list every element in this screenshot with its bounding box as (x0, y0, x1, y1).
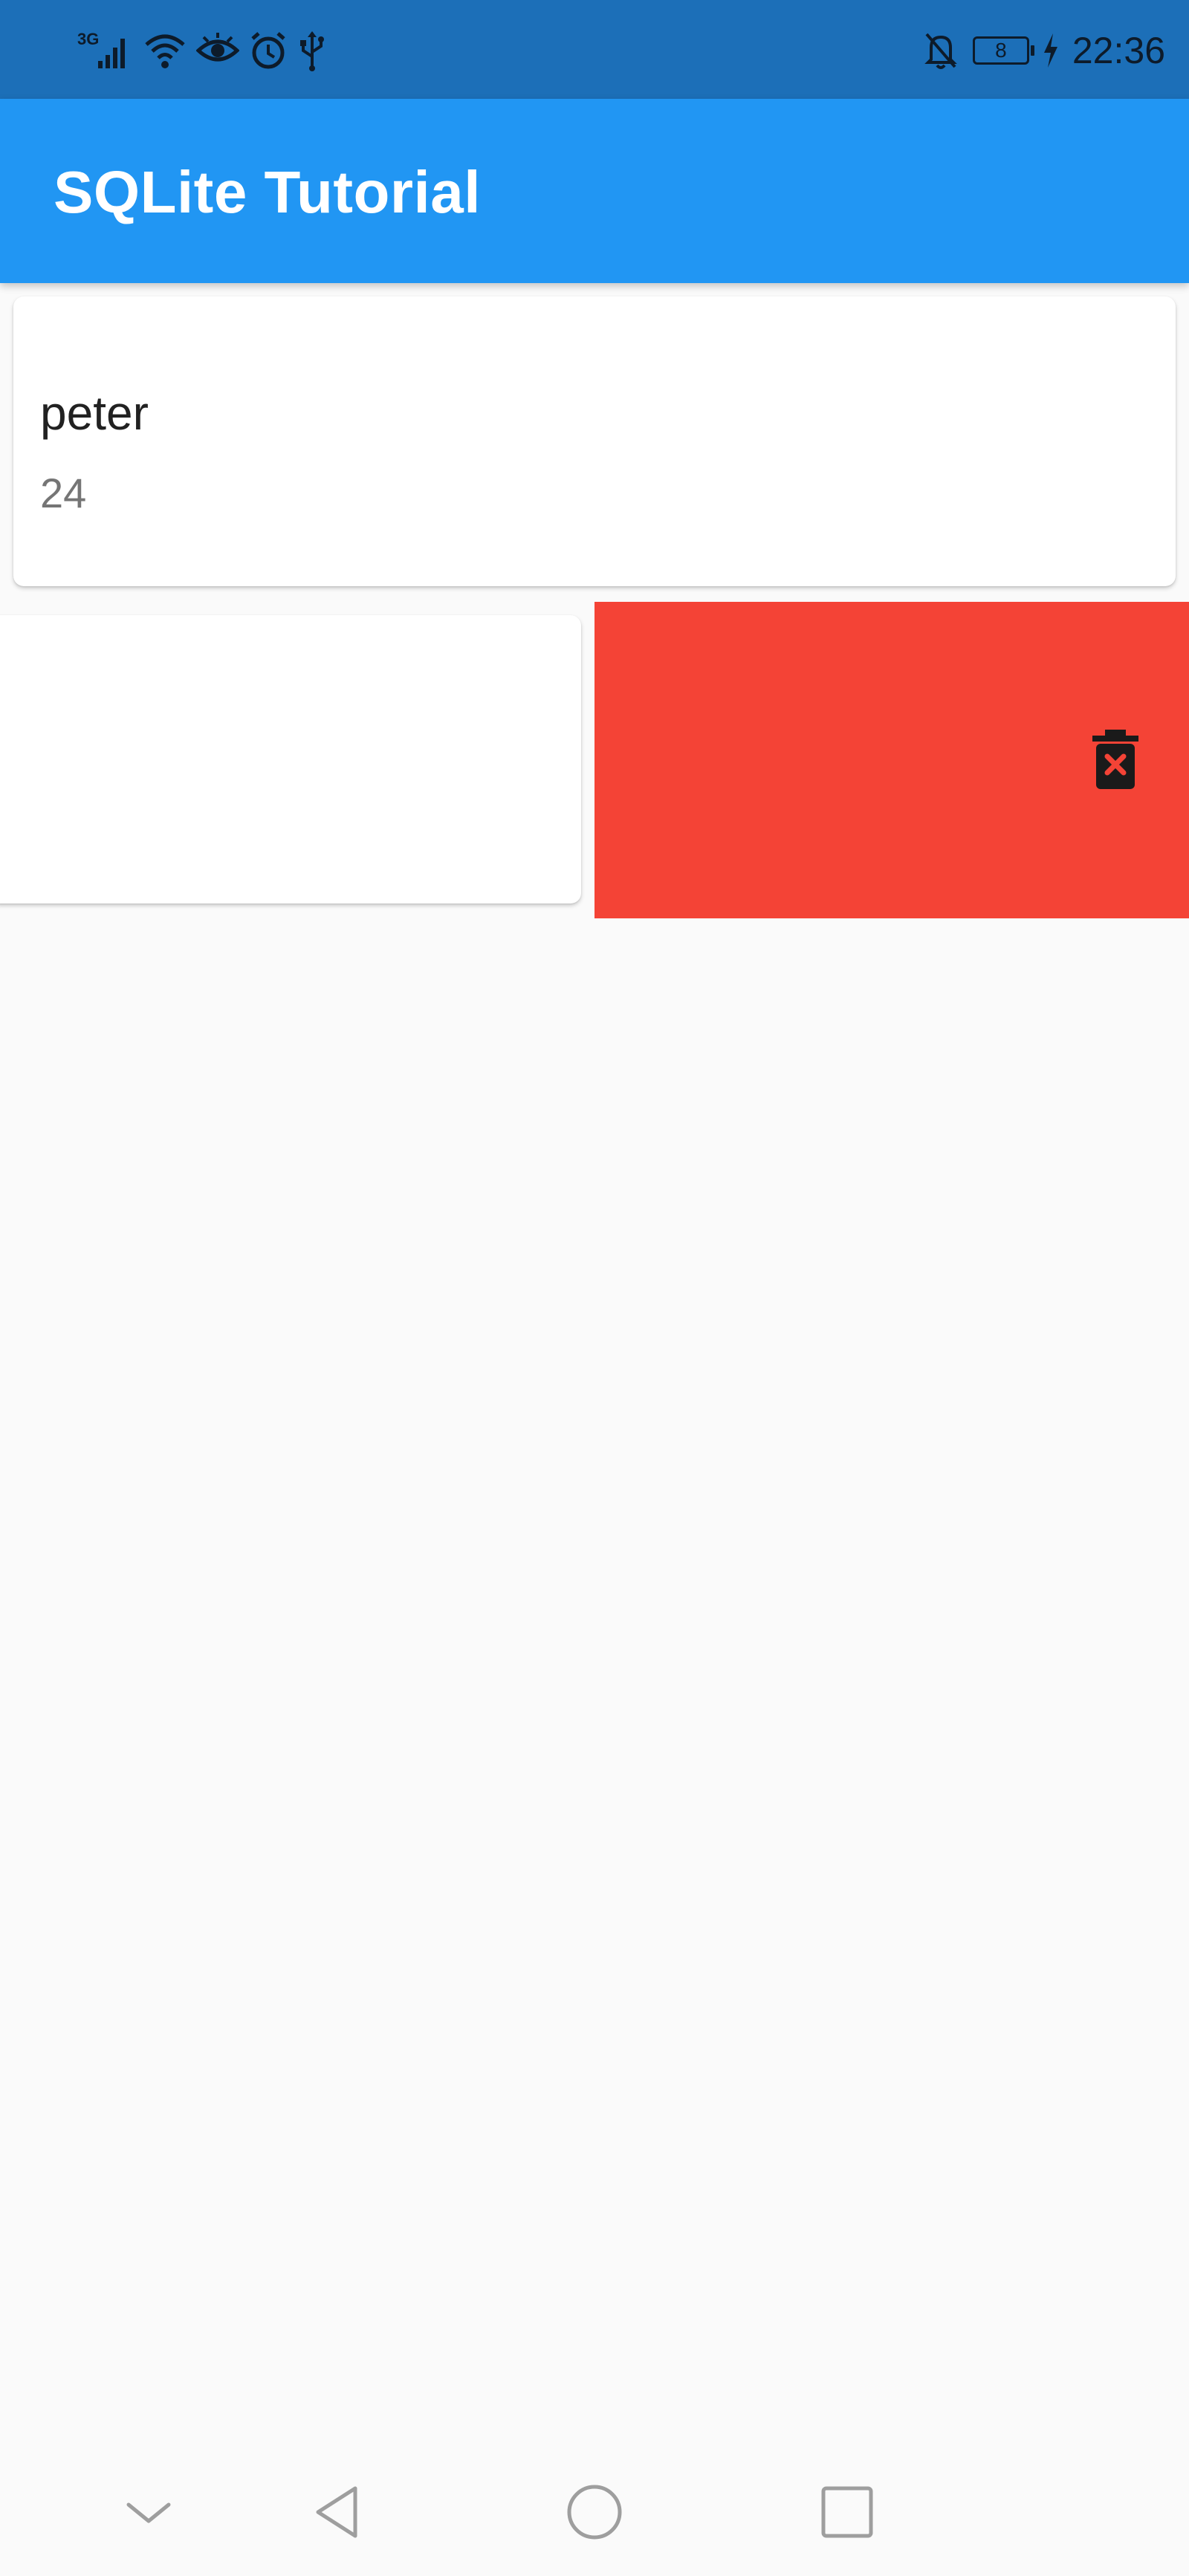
status-time: 22:36 (1072, 30, 1165, 71)
usb-icon (300, 31, 324, 71)
eye-icon (196, 33, 239, 62)
hide-nav-icon (126, 2502, 171, 2523)
item-age: 24 (40, 470, 87, 516)
notifications-off-icon (924, 33, 957, 69)
list-view[interactable]: peter 24 (0, 283, 1189, 2438)
navigation-bar (0, 2438, 1189, 2576)
home-icon (567, 2485, 622, 2540)
list-item-card[interactable]: peter 24 (13, 296, 1176, 586)
app-title: SQLite Tutorial (54, 159, 481, 225)
item-name: peter (40, 386, 149, 440)
status-bar: 3G 8 22:36 (0, 0, 1189, 99)
delete-forever-icon (1092, 730, 1138, 789)
hide-nav-button[interactable] (111, 2475, 186, 2549)
swiped-list-item-card[interactable] (0, 615, 581, 903)
alarm-icon (251, 32, 285, 69)
signal-icon: 3G (77, 30, 125, 68)
charging-icon (1043, 33, 1057, 68)
battery-icon: 8 (972, 36, 1034, 65)
app-bar: SQLite Tutorial (0, 99, 1189, 283)
status-icons-left: 3G (74, 27, 327, 74)
home-button[interactable] (557, 2475, 632, 2549)
status-icons-right: 8 22:36 (922, 27, 1165, 74)
network-type-label: 3G (77, 30, 99, 48)
recents-button[interactable] (810, 2475, 884, 2549)
swipe-delete-background (594, 602, 1189, 918)
recents-icon (821, 2486, 873, 2538)
wifi-icon (145, 34, 185, 68)
back-icon (316, 2486, 357, 2538)
battery-level: 8 (995, 39, 1007, 62)
back-button[interactable] (302, 2475, 376, 2549)
